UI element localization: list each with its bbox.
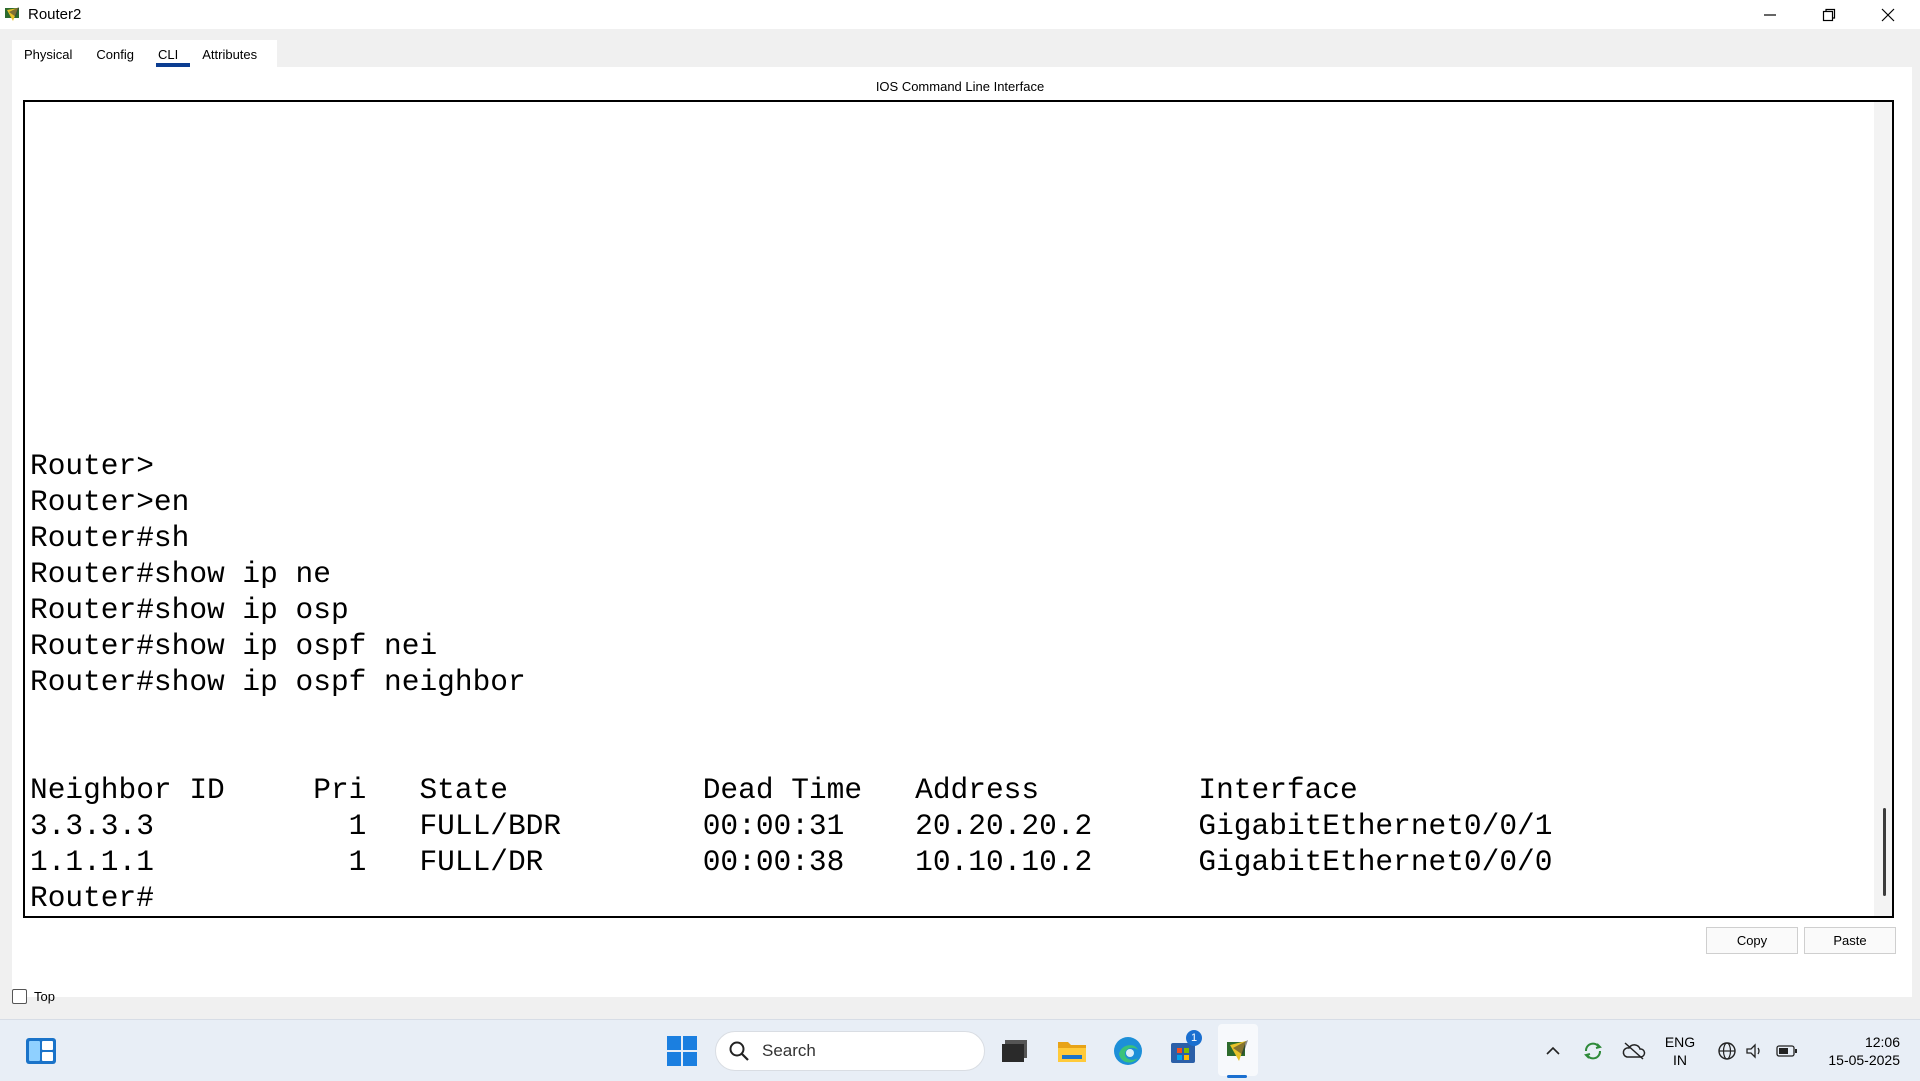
start-button[interactable] [660,1020,704,1081]
store-badge: 1 [1186,1030,1202,1046]
terminal-output: Router> Router>en Router#sh Router#show ip … [30,448,1552,916]
widgets-button[interactable] [20,1020,62,1081]
terminal-line: Router#show ip ne [30,557,331,591]
tab-cli[interactable]: CLI [146,40,191,67]
widgets-icon [26,1037,56,1064]
scrollbar-thumb[interactable] [1883,808,1886,896]
search-icon [729,1041,749,1061]
file-explorer-dark-icon [1002,1039,1027,1062]
taskbar-search[interactable]: Search [715,1031,985,1071]
clock-time: 12:06 [1864,1034,1900,1050]
top-option: Top [12,989,55,1004]
window-title: Router2 [28,6,82,23]
clock-date: 15-05-2025 [1828,1052,1900,1068]
chevron-up-icon [1546,1046,1560,1055]
terminal-line: 1.1.1.1 1 FULL/DR 00:00:38 10.10.10.2 Gi… [30,845,1553,879]
network-tray-button[interactable] [1714,1020,1740,1081]
tab-attributes[interactable]: Attributes [190,40,269,67]
cloud-off-icon [1622,1041,1646,1060]
terminal-line: Router>en [30,485,190,519]
folder-icon [1058,1041,1086,1062]
top-checkbox-label: Top [34,989,55,1004]
language-code: ENG [1664,1034,1696,1050]
sync-tray-button[interactable] [1580,1020,1606,1081]
terminal-line: Router> [30,449,154,483]
copy-button[interactable]: Copy [1706,927,1798,954]
taskbar: Search 1 ENG IN 12:06 15-05-2025 [0,1019,1920,1081]
edge-icon [1114,1036,1142,1065]
tab-config[interactable]: Config [84,40,146,67]
packet-tracer-icon [1227,1040,1248,1061]
close-icon [1881,8,1895,21]
onedrive-tray-button[interactable] [1620,1020,1648,1081]
top-checkbox[interactable] [12,989,27,1004]
paste-button[interactable]: Paste [1804,927,1896,954]
start-icon [667,1035,697,1066]
tab-physical[interactable]: Physical [12,40,84,67]
store-button[interactable] [1163,1020,1203,1081]
globe-icon [1718,1041,1736,1060]
file-explorer-button[interactable] [1052,1020,1092,1081]
packet-tracer-taskbar-button[interactable] [1218,1024,1258,1076]
language-region: IN [1673,1052,1687,1068]
restore-button[interactable] [1800,0,1858,29]
terminal-line: Router#show ip ospf nei [30,629,438,663]
terminal-line: Router# [30,881,154,915]
terminal-line: 3.3.3.3 1 FULL/BDR 00:00:31 20.20.20.2 G… [30,809,1553,843]
show-hidden-icons-button[interactable] [1540,1020,1566,1081]
language-indicator[interactable]: ENG IN [1660,1033,1700,1069]
terminal-line: Neighbor ID Pri State Dead Time Address … [30,773,1358,807]
terminal-line: Router#sh [30,521,190,555]
close-button[interactable] [1859,0,1917,29]
packet-tracer-app-icon [5,7,19,21]
edge-button[interactable] [1108,1020,1148,1081]
terminal-line: Router#show ip osp [30,593,349,627]
restore-icon [1822,8,1836,21]
volume-icon [1746,1042,1760,1059]
title-bar: Router2 [0,0,1920,29]
search-placeholder: Search [762,1041,816,1060]
cli-heading: IOS Command Line Interface [875,79,1045,94]
volume-tray-button[interactable] [1742,1020,1766,1081]
terminal-line: Router#show ip ospf neighbor [30,665,526,699]
minimize-button[interactable] [1741,0,1799,29]
active-app-indicator [1227,1075,1247,1078]
battery-icon [1776,1044,1797,1057]
clock[interactable]: 12:06 15-05-2025 [1810,1033,1900,1069]
sync-icon [1584,1042,1602,1059]
cli-terminal[interactable]: Router> Router>en Router#sh Router#show ip … [23,100,1894,918]
battery-tray-button[interactable] [1774,1020,1800,1081]
terminal-scrollbar[interactable] [1874,102,1892,916]
task-view-button[interactable] [995,1020,1035,1081]
tab-bar: Physical Config CLI Attributes [12,40,278,67]
minimize-icon [1764,13,1776,16]
